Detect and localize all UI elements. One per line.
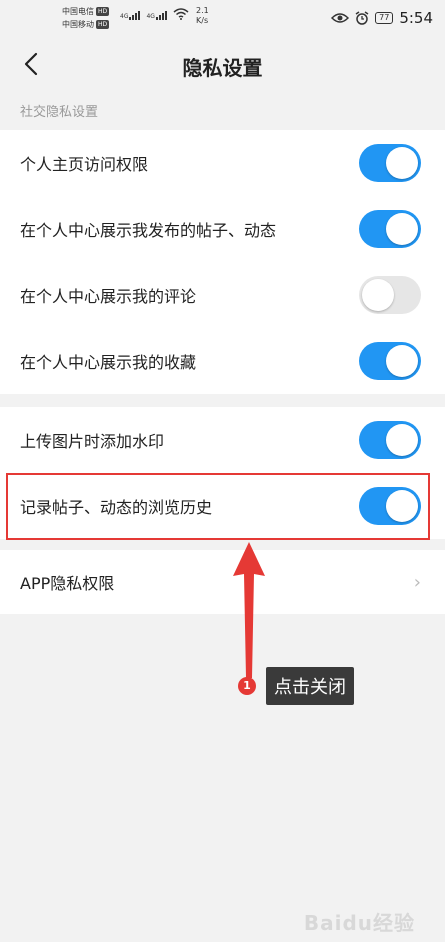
network-speed: 2.1 K/s (196, 6, 209, 26)
toggle-watermark[interactable] (359, 421, 421, 459)
setting-row-browse-history: 记录帖子、动态的浏览历史 (0, 473, 445, 539)
signal-bars-1-icon (129, 11, 141, 20)
callout-text: 点击关闭 (266, 667, 354, 705)
setting-label: 在个人中心展示我的收藏 (20, 353, 197, 372)
social-privacy-group: 个人主页访问权限 在个人中心展示我发布的帖子、动态 在个人中心展示我的评论 在个… (0, 130, 445, 394)
speed-value: 2.1 (196, 6, 209, 15)
setting-row-show-posts: 在个人中心展示我发布的帖子、动态 (0, 196, 445, 262)
setting-row-watermark: 上传图片时添加水印 (0, 407, 445, 473)
navigation-bar: 隐私设置 (0, 36, 445, 92)
watermark: Baidu经验 (303, 911, 415, 935)
setting-label: 记录帖子、动态的浏览历史 (20, 498, 213, 517)
app-privacy-label: APP隐私权限 (20, 574, 115, 593)
app-privacy-row[interactable]: APP隐私权限 › (0, 550, 445, 614)
eye-icon (331, 13, 350, 23)
toggle-knob (386, 345, 418, 377)
alarm-icon (355, 11, 369, 25)
toggle-browse-history[interactable] (359, 487, 421, 525)
app-privacy-group: APP隐私权限 › (0, 550, 445, 614)
status-bar: 中国电信 HD 中国移动 HD 4G 4G 2.1 K/s 77 5:54 (0, 0, 445, 36)
wifi-icon (173, 8, 189, 20)
speed-unit: K/s (196, 16, 209, 25)
toggle-knob (386, 490, 418, 522)
toggle-profile-access[interactable] (359, 144, 421, 182)
carrier-1: 中国电信 (62, 7, 94, 16)
toggle-knob (386, 213, 418, 245)
setting-label: 上传图片时添加水印 (20, 432, 165, 451)
setting-label: 在个人中心展示我发布的帖子、动态 (20, 221, 277, 240)
carrier-2: 中国移动 (62, 20, 94, 29)
annotation-callout: 1 点击关闭 (238, 667, 354, 705)
toggle-show-favorites[interactable] (359, 342, 421, 380)
setting-row-show-favorites: 在个人中心展示我的收藏 (0, 328, 445, 394)
network-type-2: 4G (146, 13, 155, 20)
toggle-knob (386, 424, 418, 456)
network-type-1: 4G (120, 13, 129, 20)
toggle-knob (386, 147, 418, 179)
chevron-right-icon: › (413, 571, 421, 593)
battery-indicator: 77 (375, 12, 394, 24)
status-right: 77 5:54 (331, 9, 433, 27)
page-title: 隐私设置 (182, 56, 263, 80)
toggle-show-comments[interactable] (359, 276, 421, 314)
setting-row-profile-access: 个人主页访问权限 (0, 130, 445, 196)
hd-badge-1: HD (96, 7, 110, 16)
step-badge: 1 (238, 677, 256, 695)
signal-icons: 4G 4G (120, 8, 189, 20)
setting-label: 个人主页访问权限 (20, 155, 149, 174)
content-privacy-group: 上传图片时添加水印 记录帖子、动态的浏览历史 (0, 407, 445, 539)
toggle-show-posts[interactable] (359, 210, 421, 248)
carrier-info: 中国电信 HD 中国移动 HD (62, 5, 110, 31)
section-label: 社交隐私设置 (20, 105, 99, 120)
setting-row-show-comments: 在个人中心展示我的评论 (0, 262, 445, 328)
hd-badge-2: HD (96, 20, 110, 29)
setting-label: 在个人中心展示我的评论 (20, 287, 197, 306)
clock: 5:54 (399, 9, 433, 27)
arrow-up-icon (233, 542, 265, 678)
signal-bars-2-icon (155, 11, 167, 20)
toggle-knob (362, 279, 394, 311)
